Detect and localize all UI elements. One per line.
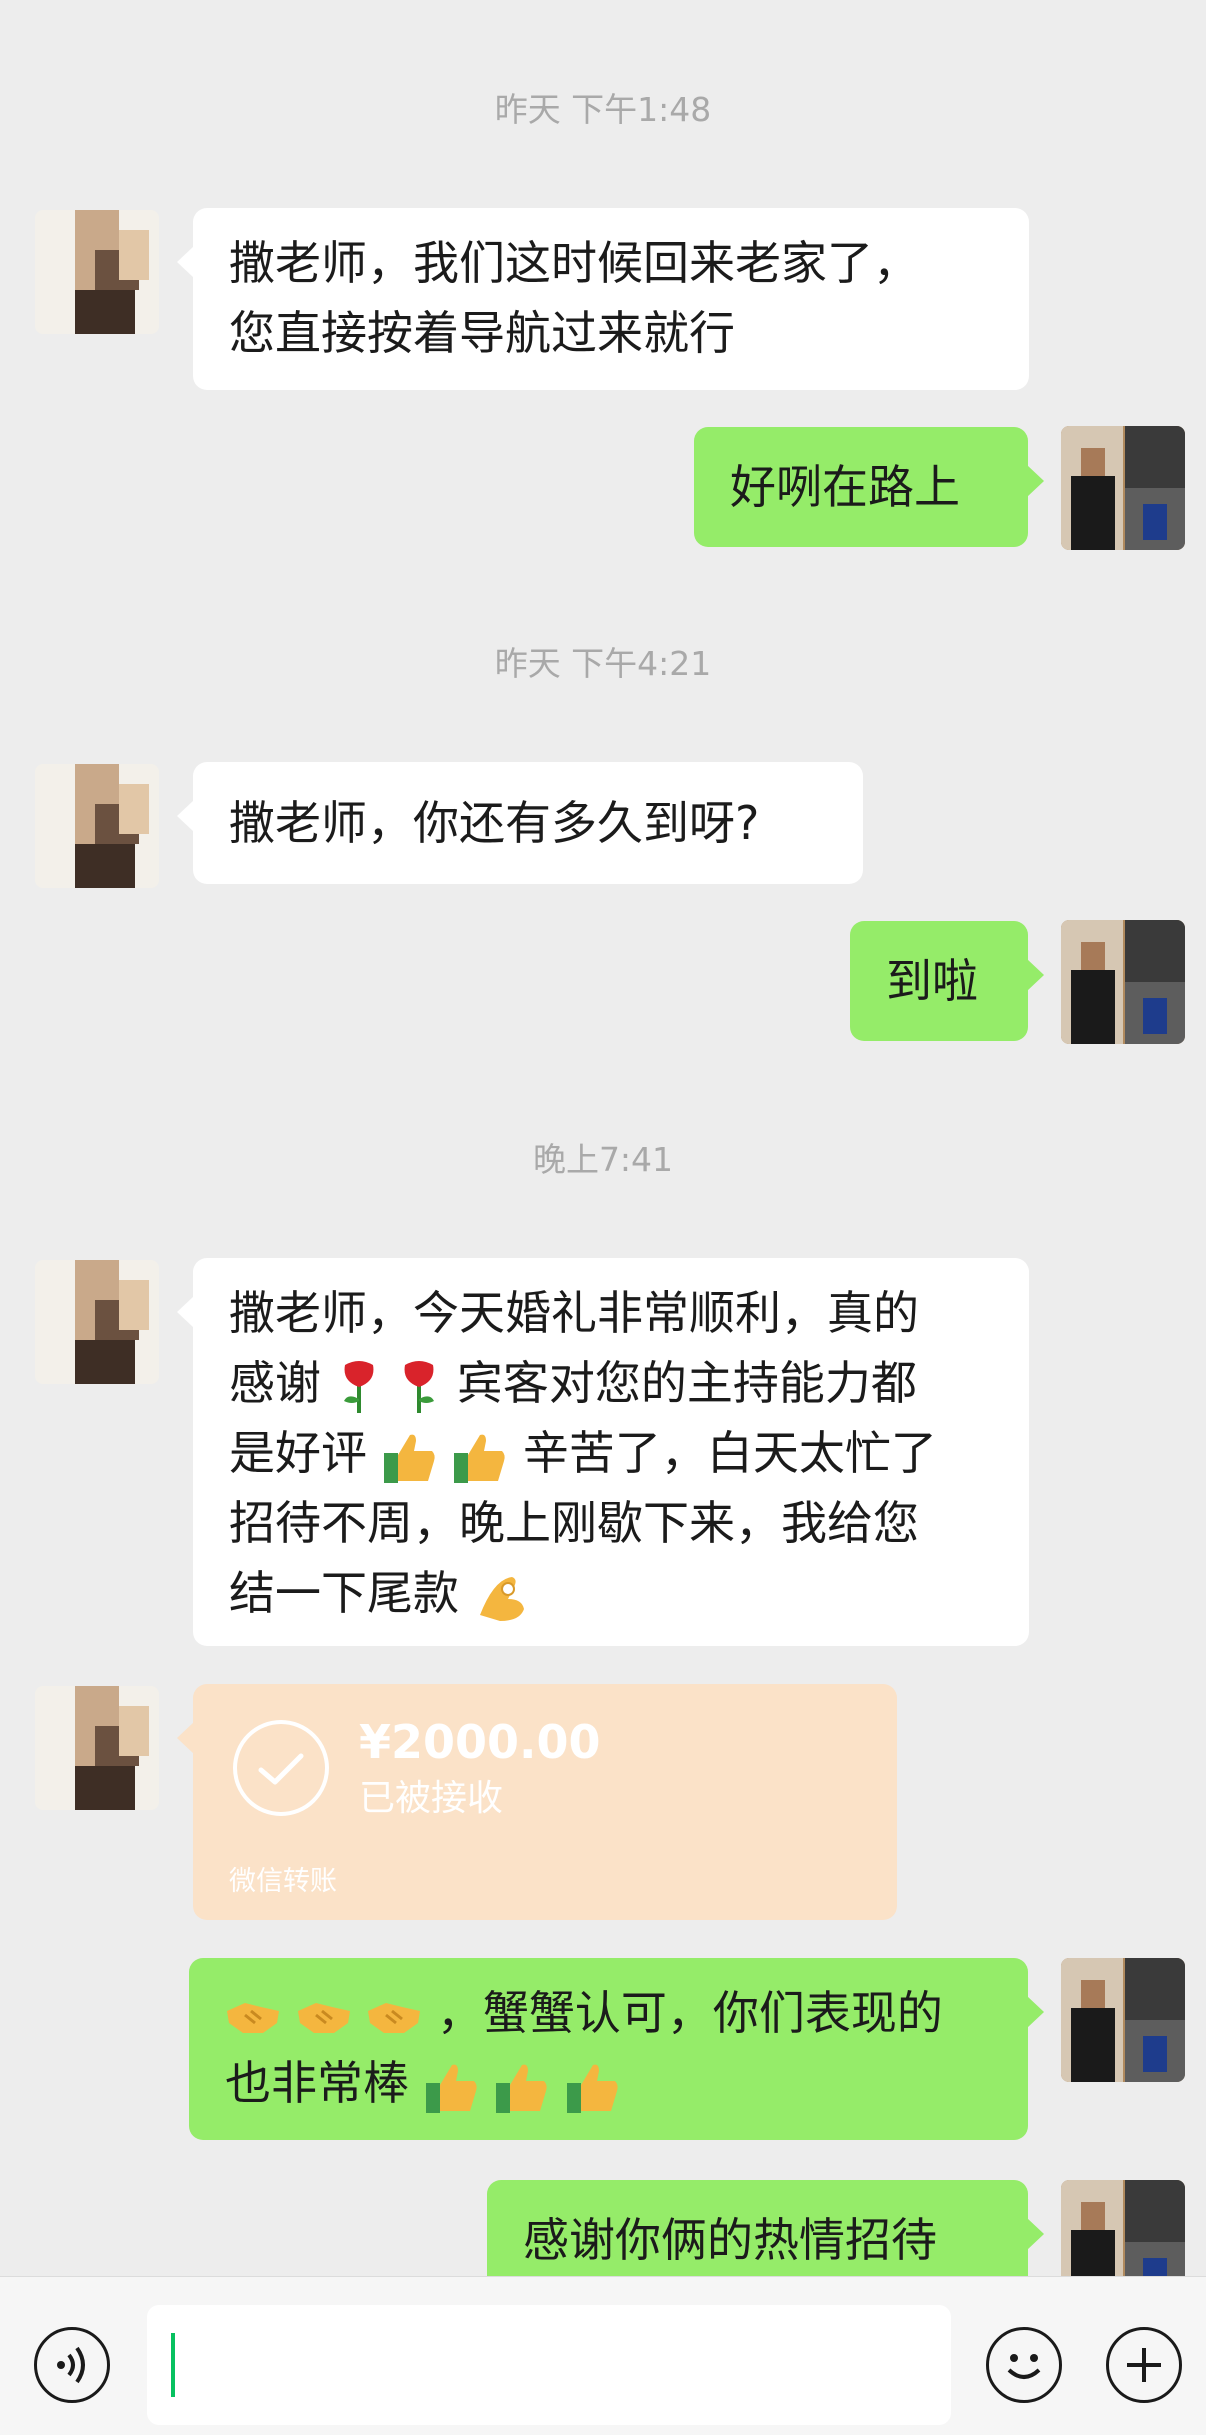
message-text: 您直接按着导航过来就行 bbox=[229, 306, 735, 360]
contact-avatar[interactable] bbox=[35, 210, 159, 334]
contact-avatar[interactable] bbox=[35, 1686, 159, 1810]
message-bubble[interactable]: 撒老师，我们这时候回来老家了， 您直接按着导航过来就行 bbox=[177, 208, 1029, 390]
transfer-label: 微信转账 bbox=[229, 1866, 337, 1897]
message-text: 招待不周，晚上刚歇下来，我给您 bbox=[229, 1496, 919, 1550]
message-text: 撒老师，今天婚礼非常顺利，真的 bbox=[229, 1286, 919, 1340]
thumbs-up-emoji bbox=[496, 2064, 547, 2113]
emoji-button[interactable] bbox=[986, 2327, 1062, 2403]
handshake-emoji bbox=[368, 2002, 421, 2033]
handshake-emoji bbox=[227, 2002, 279, 2033]
check-icon bbox=[233, 1720, 329, 1816]
user-avatar[interactable] bbox=[1061, 920, 1185, 1044]
message-bubble[interactable]: 撒老师，今天婚礼非常顺利，真的 感谢 宾客对您的主持能力都 是好评 辛苦了，白天… bbox=[177, 1258, 1029, 1646]
handshake-emoji bbox=[297, 2002, 350, 2033]
message-text: 撒老师，你还有多久到呀? bbox=[229, 796, 760, 850]
voice-icon bbox=[57, 2346, 85, 2384]
message-line: ，蟹蟹认可，你们表现的 bbox=[225, 1978, 992, 2048]
thumbs-up-emoji bbox=[425, 2064, 477, 2113]
plus-icon bbox=[1127, 2348, 1161, 2382]
message-text: 到啦 bbox=[886, 954, 978, 1008]
message-line: 结一下尾款 bbox=[229, 1558, 993, 1628]
message-line: 感谢 宾客对您的主持能力都 bbox=[229, 1348, 993, 1418]
message-input[interactable] bbox=[147, 2305, 951, 2425]
plus-button[interactable] bbox=[1106, 2327, 1182, 2403]
message-text: 撒老师，我们这时候回来老家了， bbox=[229, 236, 919, 290]
message-bubble[interactable]: 好咧在路上 bbox=[694, 427, 1044, 547]
message-bubble[interactable]: 撒老师，你还有多久到呀? bbox=[177, 762, 863, 884]
message-text: 宾客对您的主持能力都 bbox=[456, 1356, 917, 1410]
contact-avatar[interactable] bbox=[35, 1260, 159, 1384]
message-text: ，蟹蟹认可，你们表现的 bbox=[436, 1986, 943, 2040]
thumbs-up-emoji bbox=[566, 2064, 618, 2113]
rose-emoji bbox=[404, 1360, 435, 1413]
message-line: 也非常棒 bbox=[225, 2048, 992, 2118]
message-text: 好咧在路上 bbox=[730, 460, 960, 514]
message-line: 是好评 辛苦了，白天太忙了 bbox=[229, 1418, 993, 1488]
voice-button[interactable] bbox=[34, 2327, 110, 2403]
timestamp: 昨天 下午1:48 bbox=[494, 90, 712, 129]
thumbs-up-emoji bbox=[454, 1434, 505, 1483]
emoji-icon bbox=[1007, 2354, 1041, 2379]
message-text: 感谢 bbox=[229, 1356, 321, 1410]
message-text: 是好评 bbox=[229, 1426, 367, 1480]
input-bar bbox=[0, 2276, 1206, 2435]
contact-avatar[interactable] bbox=[35, 764, 159, 888]
rose-emoji bbox=[343, 1360, 374, 1413]
transfer-status: 已被接收 bbox=[359, 1778, 504, 1819]
ok-hand-emoji bbox=[479, 1576, 524, 1621]
user-avatar[interactable] bbox=[1061, 1958, 1185, 2082]
transfer-card[interactable]: ¥2000.00 已被接收 微信转账 bbox=[177, 1684, 897, 1920]
timestamp: 昨天 下午4:21 bbox=[494, 644, 712, 683]
timestamp: 晚上7:41 bbox=[532, 1140, 674, 1179]
message-text: 辛苦了，白天太忙了 bbox=[522, 1426, 937, 1480]
text-caret bbox=[171, 2333, 175, 2397]
message-text: 也非常棒 bbox=[225, 2056, 409, 2110]
transfer-amount: ¥2000.00 bbox=[359, 1715, 601, 1769]
user-avatar[interactable] bbox=[1061, 426, 1185, 550]
message-text: 结一下尾款 bbox=[229, 1566, 459, 1620]
message-bubble[interactable]: 到啦 bbox=[850, 921, 1044, 1041]
message-text: 感谢你俩的热情招待 bbox=[523, 2213, 937, 2267]
message-bubble[interactable]: ，蟹蟹认可，你们表现的 也非常棒 bbox=[189, 1958, 1044, 2140]
thumbs-up-emoji bbox=[383, 1434, 435, 1483]
